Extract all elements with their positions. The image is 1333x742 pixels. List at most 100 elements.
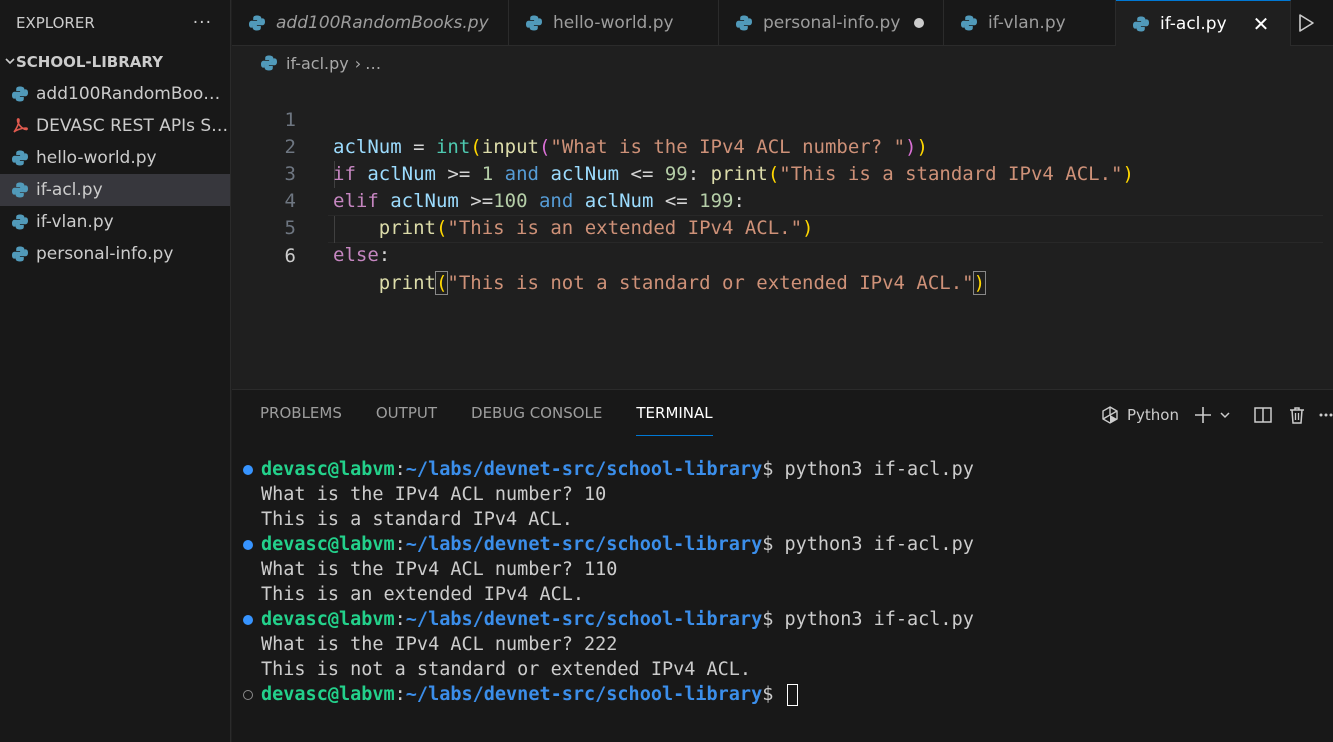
terminal-output-line: This is not a standard or extended IPv4 … xyxy=(261,659,752,680)
breadcrumb: if-acl.py › … xyxy=(260,52,381,74)
folder-label: SCHOOL-LIBRARY xyxy=(16,53,163,71)
file-label: DEVASC REST APIs S… xyxy=(36,116,229,136)
pdf-icon xyxy=(10,116,30,136)
file-label: personal-info.py xyxy=(36,244,174,264)
tab-personal-info[interactable]: personal-info.py xyxy=(719,0,944,46)
tab-label: if-vlan.py xyxy=(988,13,1066,33)
tab-hello-world[interactable]: hello-world.py xyxy=(509,0,719,46)
code-text: else: xyxy=(333,244,391,266)
line-number: 6 xyxy=(284,245,296,267)
editor-tabs: add100RandomBooks.py hello-world.py pers… xyxy=(232,0,1333,46)
file-label: if-acl.py xyxy=(36,180,103,200)
terminal-output-line: This is an extended IPv4 ACL. xyxy=(261,584,585,605)
prompt-path: ~/labs/devnet-src/school-library xyxy=(405,609,763,630)
split-terminal-icon[interactable] xyxy=(1253,405,1273,425)
terminal-prompt-line: devasc@labvm:~/labs/devnet-src/school-li… xyxy=(242,457,974,482)
prompt-user: devasc@labvm xyxy=(261,534,395,555)
python-icon xyxy=(10,180,30,200)
close-tab-icon[interactable]: ✕ xyxy=(1253,12,1270,36)
code-text: if aclNum >= 1 and aclNum <= 99: print("… xyxy=(333,163,1134,185)
file-label: if-vlan.py xyxy=(36,212,114,232)
run-python-file-icon[interactable] xyxy=(1297,11,1319,35)
prompt-suffix: $ xyxy=(762,684,785,705)
terminal-output-line: What is the IPv4 ACL number? 222 xyxy=(261,634,618,655)
tab-terminal[interactable]: TERMINAL xyxy=(636,404,713,436)
command-success-dot-icon xyxy=(243,465,253,475)
python-icon xyxy=(960,14,978,32)
python-icon xyxy=(1132,15,1150,33)
terminal-output-line: What is the IPv4 ACL number? 110 xyxy=(261,559,618,580)
more-actions-icon[interactable] xyxy=(1319,405,1333,425)
terminal-output-line: This is a standard IPv4 ACL. xyxy=(261,509,573,530)
python-icon xyxy=(260,54,278,72)
tab-if-acl[interactable]: if-acl.py ✕ xyxy=(1116,0,1291,46)
code-line-5: 5 else: xyxy=(232,188,391,266)
new-terminal-button[interactable] xyxy=(1193,405,1231,425)
tab-label: personal-info.py xyxy=(763,13,901,33)
file-list: add100RandomBoo… DEVASC REST APIs S… hel… xyxy=(0,78,230,270)
tab-label: if-acl.py xyxy=(1160,13,1227,34)
command-pending-dot-icon xyxy=(243,690,253,700)
python-icon xyxy=(10,212,30,232)
python-icon xyxy=(525,14,543,32)
terminal-command: python3 if-acl.py xyxy=(784,609,974,630)
python-icon xyxy=(10,148,30,168)
command-success-dot-icon xyxy=(243,540,253,550)
breadcrumb-separator: › xyxy=(354,53,362,73)
code-line-1: 1 aclNum = int(input("What is the IPv4 A… xyxy=(232,80,928,158)
python-icon xyxy=(10,244,30,264)
more-actions-icon[interactable]: ··· xyxy=(193,13,212,33)
command-success-dot-icon xyxy=(243,615,253,625)
terminal-output-line: What is the IPv4 ACL number? 10 xyxy=(261,484,607,505)
terminal-output[interactable]: devasc@labvm:~/labs/devnet-src/school-li… xyxy=(242,457,974,707)
prompt-suffix: $ xyxy=(762,609,785,630)
tab-output[interactable]: OUTPUT xyxy=(376,404,437,436)
file-item-if-acl[interactable]: if-acl.py xyxy=(0,174,230,206)
code-editor[interactable]: 1 aclNum = int(input("What is the IPv4 A… xyxy=(232,78,1333,378)
terminal-profile-python[interactable]: Python xyxy=(1100,405,1179,425)
trash-icon[interactable] xyxy=(1287,405,1307,425)
folder-school-library[interactable]: SCHOOL-LIBRARY xyxy=(0,46,230,78)
file-label: add100RandomBoo… xyxy=(36,84,221,104)
panel-tabs: PROBLEMS OUTPUT DEBUG CONSOLE TERMINAL xyxy=(260,404,747,436)
prompt-user: devasc@labvm xyxy=(261,609,395,630)
file-item-hello-world[interactable]: hello-world.py xyxy=(0,142,230,174)
prompt-user: devasc@labvm xyxy=(261,684,395,705)
python-icon xyxy=(248,14,266,32)
code-line-6: 6 print("This is not a standard or exten… xyxy=(232,216,987,295)
prompt-suffix: $ xyxy=(762,459,785,480)
code-line-2: 2 if aclNum >= 1 and aclNum <= 99: print… xyxy=(232,107,1134,185)
breadcrumb-file[interactable]: if-acl.py xyxy=(286,54,349,73)
file-item-personal-info[interactable]: personal-info.py xyxy=(0,238,230,270)
file-item-devasc-rest-apis-pdf[interactable]: DEVASC REST APIs S… xyxy=(0,110,230,142)
prompt-path: ~/labs/devnet-src/school-library xyxy=(405,534,763,555)
terminal-prompt-line: devasc@labvm:~/labs/devnet-src/school-li… xyxy=(242,682,974,707)
file-item-add100randombooks[interactable]: add100RandomBoo… xyxy=(0,78,230,110)
chevron-down-icon xyxy=(4,55,16,70)
code-text: elif aclNum >=100 and aclNum <= 199: xyxy=(333,190,745,212)
terminal-cursor xyxy=(786,684,798,706)
code-line-4: 4 print("This is an extended IPv4 ACL.") xyxy=(232,161,814,239)
prompt-path: ~/labs/devnet-src/school-library xyxy=(405,459,763,480)
code-line-3: 3 elif aclNum >=100 and aclNum <= 199: xyxy=(232,134,745,212)
terminal-prompt-line: devasc@labvm:~/labs/devnet-src/school-li… xyxy=(242,607,974,632)
tab-add100randombooks[interactable]: add100RandomBooks.py xyxy=(232,0,509,46)
plus-icon xyxy=(1193,405,1213,425)
bottom-panel: PROBLEMS OUTPUT DEBUG CONSOLE TERMINAL P… xyxy=(232,389,1333,742)
code-text: print("This is not a standard or extende… xyxy=(378,271,987,295)
file-item-if-vlan[interactable]: if-vlan.py xyxy=(0,206,230,238)
breadcrumb-symbols[interactable]: … xyxy=(365,54,381,73)
prompt-suffix: $ xyxy=(762,534,785,555)
tab-problems[interactable]: PROBLEMS xyxy=(260,404,342,436)
tab-debug-console[interactable]: DEBUG CONSOLE xyxy=(471,404,602,436)
explorer-header: EXPLORER ··· xyxy=(0,0,230,46)
tab-label: add100RandomBooks.py xyxy=(276,13,489,33)
tab-if-vlan[interactable]: if-vlan.py xyxy=(944,0,1116,46)
terminal-command: python3 if-acl.py xyxy=(784,534,974,555)
python-icon xyxy=(735,14,753,32)
python-shell-icon xyxy=(1100,405,1120,425)
terminal-command: python3 if-acl.py xyxy=(784,459,974,480)
tab-label: hello-world.py xyxy=(553,13,674,33)
explorer-sidebar: EXPLORER ··· SCHOOL-LIBRARY add100Random… xyxy=(0,0,231,742)
explorer-title: EXPLORER xyxy=(16,14,95,32)
